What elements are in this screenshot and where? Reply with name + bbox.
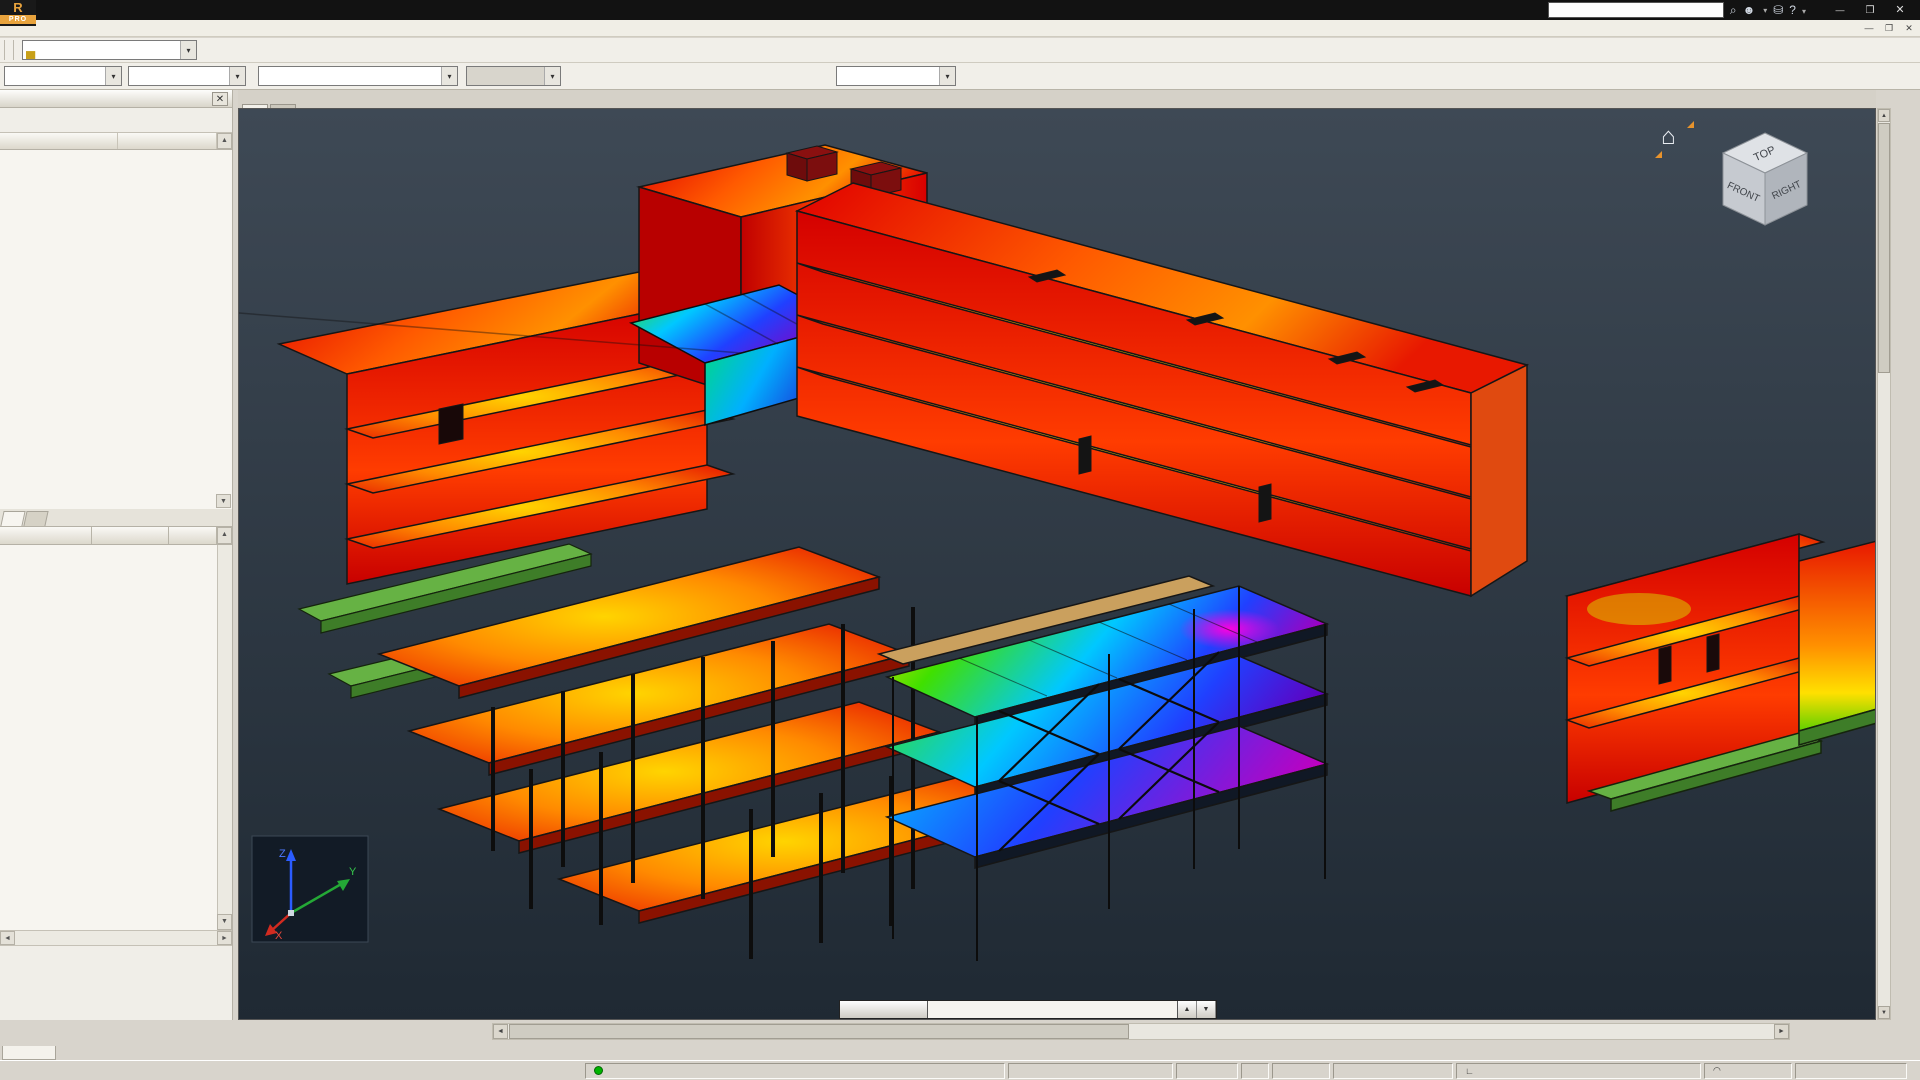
grid-scroll-left[interactable] bbox=[0, 931, 15, 945]
account-menu[interactable]: ☻ bbox=[1743, 2, 1768, 18]
scroll-up-button[interactable] bbox=[1878, 109, 1890, 122]
horizontal-scroll-thumb[interactable] bbox=[509, 1024, 1129, 1039]
robot-structural-analysis-window: R PRO ⌕ ☻ ⛁ ? bbox=[0, 0, 1920, 1080]
angle-indicator: ◠ bbox=[1704, 1063, 1792, 1079]
load-case-dropdown[interactable] bbox=[441, 67, 457, 85]
legend-cases-label bbox=[1609, 974, 1849, 995]
mdi-close-button[interactable] bbox=[1902, 20, 1916, 36]
model-viewport[interactable]: ⌂ TOP FRONT RIGHT Z Y X bbox=[238, 108, 1876, 1020]
view-mode-label[interactable] bbox=[840, 1001, 928, 1018]
svg-text:X: X bbox=[275, 930, 283, 942]
chevron-down-icon bbox=[1763, 4, 1767, 16]
angle-icon: ◠ bbox=[1713, 1065, 1721, 1076]
help-icon[interactable]: ? bbox=[1789, 2, 1796, 18]
results-legend bbox=[1609, 953, 1849, 995]
vertical-scroll-thumb[interactable] bbox=[1878, 123, 1890, 373]
window-title bbox=[300, 0, 1360, 20]
grid-scroll-up[interactable] bbox=[217, 527, 232, 544]
viewport-horizontal-scrollbar[interactable] bbox=[492, 1023, 1790, 1040]
nav-arrow2-icon[interactable] bbox=[1655, 151, 1662, 158]
node-selection-combo[interactable] bbox=[128, 66, 246, 86]
grid-horizontal-scrollbar[interactable] bbox=[0, 931, 232, 946]
home-view-icon[interactable]: ⌂ bbox=[1661, 123, 1676, 151]
status-bar: ∟ ◠ bbox=[0, 1060, 1920, 1080]
help-chevron-icon[interactable] bbox=[1802, 1, 1806, 19]
column-value[interactable] bbox=[92, 527, 169, 544]
mdi-restore-button[interactable] bbox=[1882, 20, 1896, 36]
scroll-left-button[interactable] bbox=[493, 1024, 508, 1039]
story-selector[interactable] bbox=[836, 66, 956, 86]
restore-button[interactable] bbox=[1856, 1, 1884, 19]
nav-arrow-icon[interactable] bbox=[1687, 121, 1694, 128]
mdi-minimize-button[interactable] bbox=[1862, 20, 1876, 36]
tab-geometry[interactable] bbox=[0, 511, 25, 526]
bars-count bbox=[1272, 1063, 1330, 1079]
story-selector-dropdown[interactable] bbox=[939, 67, 955, 85]
mode-combo-disabled bbox=[466, 66, 561, 86]
tab-groups[interactable] bbox=[23, 511, 48, 526]
store-cart-icon[interactable]: ⛁ bbox=[1773, 2, 1783, 18]
axes-icon: ∟ bbox=[1465, 1066, 1474, 1076]
search-input[interactable] bbox=[1548, 2, 1724, 18]
cursor-coordinates: ∟ bbox=[1456, 1063, 1701, 1079]
grid-vertical-scrollbar[interactable] bbox=[217, 545, 232, 930]
scroll-right-button[interactable] bbox=[1774, 1024, 1789, 1039]
axis-a1-indicator bbox=[1241, 1063, 1269, 1079]
units-indicator[interactable] bbox=[1795, 1063, 1907, 1079]
node-selection-dropdown[interactable] bbox=[229, 67, 245, 85]
svg-text:Z: Z bbox=[279, 848, 286, 860]
view-bottom-tab[interactable] bbox=[2, 1046, 56, 1060]
pro-badge: PRO bbox=[0, 15, 36, 24]
mode-indicator[interactable] bbox=[1333, 1063, 1453, 1079]
standard-toolbar: ▄ bbox=[0, 38, 1920, 63]
viewport-vertical-scrollbar[interactable] bbox=[1877, 108, 1891, 1020]
layout-selector-dropdown[interactable] bbox=[180, 41, 196, 59]
column-objects[interactable] bbox=[0, 133, 118, 149]
panel-close-button[interactable] bbox=[212, 92, 228, 106]
structure-3d-model bbox=[239, 109, 1876, 1020]
grid-scroll-down[interactable] bbox=[217, 914, 232, 930]
axis-triad: Z Y X bbox=[251, 835, 369, 943]
object-inspector-panel bbox=[0, 90, 233, 1020]
grid-scroll-right[interactable] bbox=[217, 931, 232, 945]
app-logo[interactable]: R PRO bbox=[0, 0, 36, 26]
title-bar: R PRO ⌕ ☻ ⛁ ? bbox=[0, 0, 1920, 20]
load-case-selector[interactable] bbox=[258, 66, 458, 86]
status-green-icon bbox=[594, 1066, 603, 1075]
svg-text:Y: Y bbox=[349, 866, 357, 878]
column-number-of[interactable] bbox=[118, 133, 217, 149]
scroll-down-button[interactable] bbox=[1878, 1006, 1890, 1019]
level-navigator bbox=[839, 1000, 1217, 1019]
selection-toolbar bbox=[0, 63, 1920, 90]
object-selection-dropdown[interactable] bbox=[105, 67, 121, 85]
tree-scroll-down[interactable] bbox=[216, 494, 231, 508]
properties-grid bbox=[0, 545, 232, 931]
minimize-button[interactable] bbox=[1826, 1, 1854, 19]
object-tree bbox=[0, 150, 232, 509]
menu-bar bbox=[0, 20, 1920, 37]
bottom-bar bbox=[0, 1020, 1920, 1044]
object-selection-combo[interactable] bbox=[4, 66, 122, 86]
viewport-tabs bbox=[238, 90, 1876, 108]
layout-selector[interactable]: ▄ bbox=[22, 40, 197, 60]
inspector-toolbar bbox=[0, 108, 232, 133]
legend-unit-label bbox=[1609, 953, 1849, 974]
nodes-count bbox=[1176, 1063, 1238, 1079]
column-name[interactable] bbox=[0, 527, 92, 544]
results-status bbox=[585, 1063, 1005, 1079]
column-unit[interactable] bbox=[169, 527, 217, 544]
person-icon: ☻ bbox=[1743, 2, 1756, 18]
level-down-button[interactable] bbox=[1197, 1001, 1216, 1018]
search-icon[interactable]: ⌕ bbox=[1730, 2, 1737, 18]
view-navigation: ⌂ TOP FRONT RIGHT bbox=[1661, 117, 1811, 227]
layout-icon: ▄ bbox=[23, 43, 35, 58]
view-cube[interactable]: TOP FRONT RIGHT bbox=[1719, 129, 1811, 229]
level-label bbox=[928, 1001, 1178, 1018]
close-button[interactable] bbox=[1886, 1, 1914, 19]
level-up-button[interactable] bbox=[1178, 1001, 1197, 1018]
robot-logo-icon: R bbox=[0, 0, 36, 15]
tree-scroll-up[interactable] bbox=[217, 133, 232, 149]
